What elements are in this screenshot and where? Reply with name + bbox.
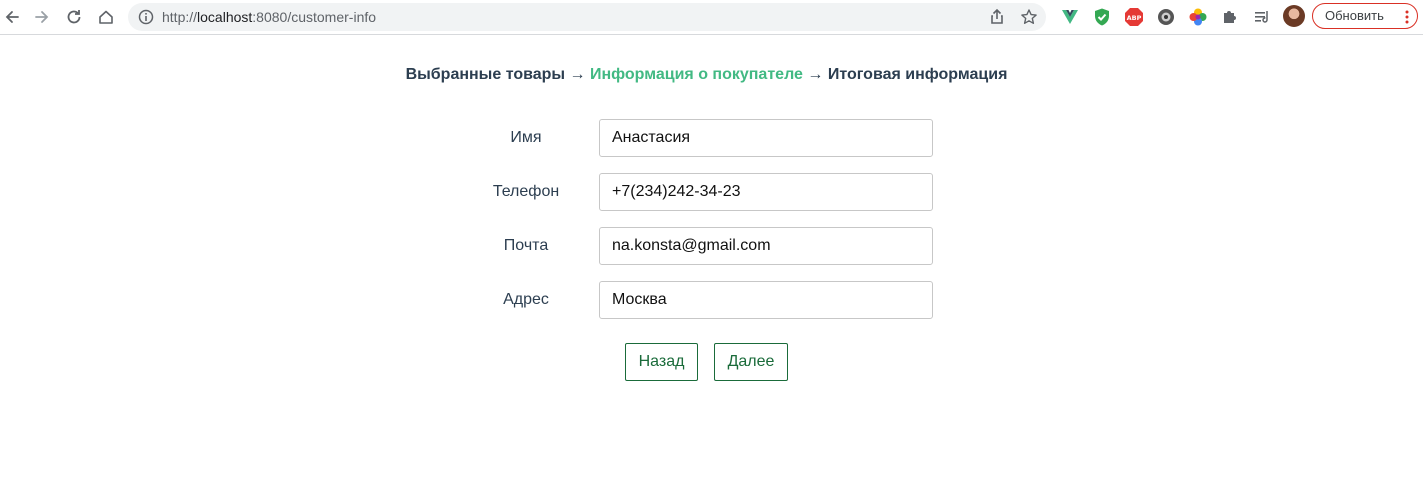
email-input[interactable] — [599, 227, 933, 265]
shield-extension-icon[interactable] — [1092, 7, 1112, 27]
browser-toolbar: http://localhost:8080/customer-info ABP — [0, 0, 1423, 35]
phone-row: Телефон — [470, 173, 940, 211]
reload-icon[interactable] — [62, 5, 86, 29]
breadcrumb-step-selected-items: Выбранные товары — [405, 66, 566, 83]
email-label: Почта — [503, 237, 549, 254]
email-row: Почта — [470, 227, 940, 265]
back-arrow-icon[interactable] — [0, 5, 24, 29]
address-input[interactable] — [599, 281, 933, 319]
profile-avatar[interactable] — [1283, 5, 1305, 27]
checkout-breadcrumb: Выбранные товары → Информация о покупате… — [0, 66, 1413, 84]
back-button[interactable]: Назад — [625, 343, 698, 381]
forward-arrow-icon[interactable] — [30, 5, 54, 29]
home-icon[interactable] — [94, 5, 118, 29]
address-label: Адрес — [503, 291, 549, 308]
url-text[interactable]: http://localhost:8080/customer-info — [162, 9, 376, 25]
bookmark-star-icon[interactable] — [1020, 8, 1038, 26]
name-row: Имя — [470, 119, 940, 157]
address-row: Адрес — [470, 281, 940, 319]
color-wheel-extension-icon[interactable] — [1188, 7, 1208, 27]
breadcrumb-arrow: → — [565, 66, 590, 83]
share-icon[interactable] — [988, 8, 1006, 26]
update-button-label: Обновить — [1325, 8, 1384, 23]
site-info-icon[interactable] — [138, 9, 154, 25]
address-bar[interactable]: http://localhost:8080/customer-info — [128, 3, 1046, 31]
svg-text:ABP: ABP — [1127, 14, 1142, 22]
next-button[interactable]: Далее — [714, 343, 788, 381]
reading-list-icon[interactable] — [1252, 7, 1272, 27]
breadcrumb-step-summary: Итоговая информация — [827, 66, 1008, 83]
breadcrumb-arrow: → — [802, 66, 828, 83]
vue-devtools-icon[interactable] — [1060, 7, 1080, 27]
name-input[interactable] — [599, 119, 933, 157]
phone-input[interactable] — [599, 173, 933, 211]
name-label: Имя — [510, 129, 542, 146]
breadcrumb-step-customer-info: Информация о покупателе — [589, 66, 803, 83]
update-button[interactable]: Обновить — [1312, 3, 1418, 29]
camera-extension-icon[interactable] — [1156, 7, 1176, 27]
more-menu-icon[interactable] — [1405, 10, 1409, 24]
puzzle-extensions-icon[interactable] — [1220, 7, 1240, 27]
adblock-icon[interactable]: ABP — [1124, 7, 1144, 27]
phone-label: Телефон — [492, 183, 560, 200]
